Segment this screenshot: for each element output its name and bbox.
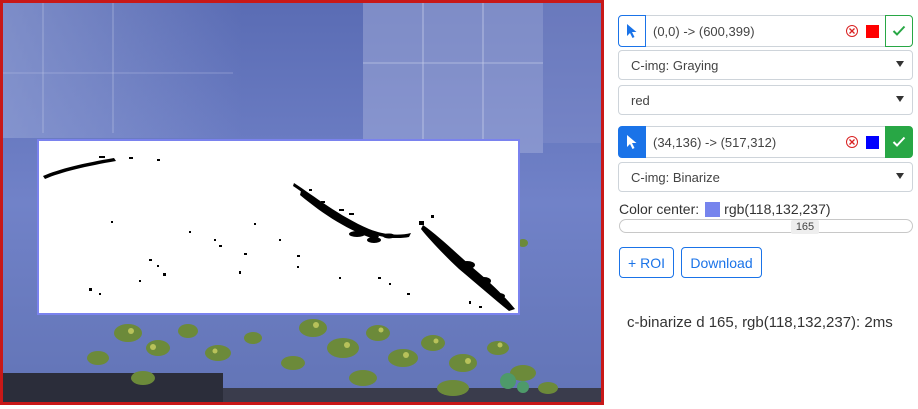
- roi-2-apply-button[interactable]: [885, 126, 913, 158]
- checkmark-icon: [892, 136, 906, 147]
- roi-1-select-button[interactable]: [618, 15, 646, 47]
- threshold-slider[interactable]: 165: [619, 219, 913, 234]
- cursor-arrow-icon: [627, 24, 637, 38]
- download-button[interactable]: Download: [681, 247, 762, 278]
- roi-1-coords: (0,0) -> (600,399): [646, 15, 885, 47]
- caret-down-icon: [896, 61, 904, 67]
- binarized-result: [43, 156, 515, 311]
- roi-1-apply-button[interactable]: [885, 15, 913, 47]
- roi-1-filter-select[interactable]: C-img: Graying: [618, 50, 913, 80]
- color-center-swatch: [705, 201, 721, 217]
- roi-2-filter-select[interactable]: C-img: Binarize: [618, 162, 913, 192]
- caret-down-icon: [896, 173, 904, 179]
- roi-2-color-swatch[interactable]: [866, 136, 879, 149]
- roi-1-coords-text: (0,0) -> (600,399): [653, 23, 755, 39]
- roi-1-channel-select[interactable]: red: [618, 85, 913, 115]
- roi-2-coords-text: (34,136) -> (517,312): [653, 134, 777, 150]
- add-roi-button[interactable]: + ROI: [619, 247, 674, 278]
- threshold-slider-thumb[interactable]: 165: [791, 220, 819, 234]
- color-center-value: rgb(118,132,237): [724, 201, 831, 217]
- close-circle-icon[interactable]: [846, 25, 858, 37]
- binarized-roi-overlay[interactable]: [37, 139, 520, 315]
- roi-1-channel-value: red: [631, 92, 650, 108]
- cursor-arrow-icon: [627, 135, 637, 149]
- status-text: c-binarize d 165, rgb(118,132,237): 2ms: [627, 314, 893, 331]
- caret-down-icon: [896, 96, 904, 102]
- roi-1-color-swatch[interactable]: [866, 25, 879, 38]
- roi-2-filter-value: C-img: Binarize: [631, 169, 720, 185]
- roi-row-2: (34,136) -> (517,312): [618, 126, 913, 158]
- image-canvas[interactable]: [0, 0, 604, 405]
- color-center-label: Color center:: [619, 201, 700, 217]
- roi-2-coords: (34,136) -> (517,312): [646, 126, 885, 158]
- roi-2-select-button[interactable]: [618, 126, 646, 158]
- color-center-row: Color center: rgb(118,132,237): [619, 200, 831, 218]
- roi-row-1: (0,0) -> (600,399): [618, 15, 913, 47]
- close-circle-icon[interactable]: [846, 136, 858, 148]
- roi-1-filter-value: C-img: Graying: [631, 57, 719, 73]
- checkmark-icon: [892, 25, 906, 36]
- threshold-value: 165: [795, 221, 815, 233]
